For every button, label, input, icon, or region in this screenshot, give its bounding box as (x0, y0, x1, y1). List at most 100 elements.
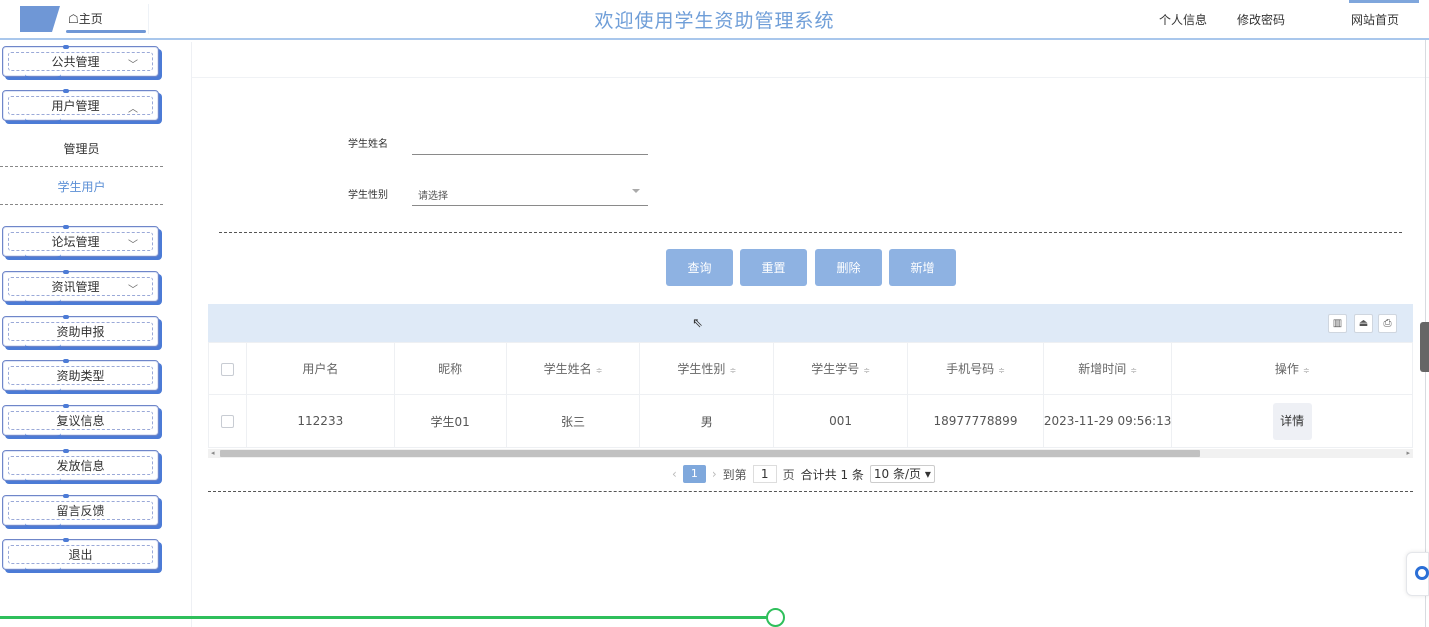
row-checkbox[interactable] (220, 415, 234, 428)
submenu-student-user[interactable]: 学生用户 (0, 169, 163, 205)
header-decoration (1349, 0, 1419, 3)
sort-icon[interactable]: ≑ (998, 366, 1005, 375)
horizontal-scrollbar[interactable]: ◂ ▸ (208, 449, 1413, 458)
menu-forum-management[interactable]: 论坛管理 ﹀ (2, 225, 159, 260)
select-all-checkbox[interactable] (220, 362, 234, 376)
profile-link[interactable]: 个人信息 (1159, 11, 1207, 28)
sidebar: 公共管理 ﹀ 用户管理 ︿ 管理员 学生用户 论坛管理 ﹀ 资讯管理 ﹀ 资助申… (0, 42, 192, 627)
cell-gender: 男 (639, 394, 775, 448)
page-title: 欢迎使用学生资助管理系统 (594, 10, 835, 32)
home-tab-decoration (20, 6, 60, 32)
goto-label: 到第 (722, 467, 747, 482)
cell-username: 112233 (245, 394, 395, 448)
table-header-row: 用户名 昵称 学生姓名 ≑ 学生性别 ≑ 学生学号 ≑ 手机号码 ≑ 新增时间 ≑ 操作 ≑ (208, 342, 1413, 395)
prev-page-icon[interactable]: ‹ (672, 467, 677, 481)
top-header: ☖主页 欢迎使用学生资助管理系统 个人信息 修改密码 网站首页 (0, 0, 1429, 40)
student-name-input[interactable] (412, 131, 648, 155)
change-password-link[interactable]: 修改密码 (1237, 11, 1285, 28)
home-tab-underline (66, 30, 146, 33)
vertical-scroll-handle[interactable] (1420, 322, 1429, 372)
search-button[interactable]: 查询 (666, 249, 733, 286)
cell-created-time: 2023-11-29 09:56:13 (1042, 394, 1173, 448)
scroll-left-icon[interactable]: ◂ (211, 449, 215, 457)
student-user-table: 用户名 昵称 学生姓名 ≑ 学生性别 ≑ 学生学号 ≑ 手机号码 ≑ 新增时间 ≑ 操作 ≑… (208, 342, 1413, 448)
cell-student-name: 张三 (505, 394, 641, 448)
detail-button[interactable]: 详情 (1272, 402, 1312, 440)
next-page-icon[interactable]: › (712, 467, 717, 481)
column-header[interactable]: 手机号码 ≑ (907, 342, 1044, 395)
columns-icon[interactable]: ▥ (1328, 314, 1347, 333)
site-home-link[interactable]: 网站首页 (1351, 11, 1399, 28)
menu-label: 退出 (68, 548, 93, 562)
pagination: ‹ 1 › 到第 1 页 合计共 1 条 10 条/页 ▾ (666, 464, 935, 484)
sort-icon[interactable]: ≑ (596, 366, 603, 375)
goto-page-input[interactable]: 1 (752, 465, 777, 483)
form-divider (219, 232, 1402, 233)
menu-aid-type[interactable]: 资助类型 (2, 359, 159, 394)
menu-feedback[interactable]: 留言反馈 (2, 494, 159, 529)
export-icon[interactable]: ⏏ (1354, 314, 1373, 333)
column-header: 用户名 (245, 342, 395, 395)
print-icon[interactable]: ⎙ (1378, 314, 1397, 333)
student-name-label: 学生姓名 (348, 139, 388, 150)
delete-button[interactable]: 删除 (815, 249, 882, 286)
total-count: 合计共 1 条 (800, 467, 864, 482)
cell-nickname: 学生01 (393, 394, 507, 448)
scrollbar-thumb[interactable] (220, 450, 1200, 457)
column-header[interactable]: 学生姓名 ≑ (505, 342, 641, 395)
menu-label: 复议信息 (56, 414, 105, 428)
menu-label: 留言反馈 (56, 504, 105, 518)
sort-icon[interactable]: ≑ (1130, 366, 1137, 375)
student-gender-label: 学生性别 (348, 190, 388, 201)
chevron-down-icon: ﹀ (128, 285, 138, 296)
floating-assistant-button[interactable] (1406, 552, 1429, 596)
gender-select-value: 请选择 (418, 191, 448, 202)
menu-label: 发放信息 (56, 459, 105, 473)
sort-icon[interactable]: ≑ (863, 366, 870, 375)
menu-logout[interactable]: 退出 (2, 538, 159, 573)
menu-review-info[interactable]: 复议信息 (2, 404, 159, 439)
column-header[interactable]: 学生性别 ≑ (639, 342, 775, 395)
table-row: 112233 学生01 张三 男 001 18977778899 2023-11… (208, 394, 1413, 448)
caret-down-icon (632, 189, 640, 193)
current-page-button[interactable]: 1 (682, 465, 706, 483)
cell-phone: 18977778899 (907, 394, 1044, 448)
scroll-right-icon[interactable]: ▸ (1406, 449, 1410, 457)
sort-icon[interactable]: ≑ (1303, 366, 1310, 375)
menu-disbursement-info[interactable]: 发放信息 (2, 449, 159, 484)
cell-actions: 详情 (1171, 394, 1413, 448)
mouse-cursor-icon: ⇖ (692, 316, 703, 331)
sort-icon[interactable]: ≑ (729, 366, 736, 375)
page-size-select[interactable]: 10 条/页 ▾ (869, 465, 935, 483)
select-all-cell (208, 342, 247, 395)
progress-knob[interactable] (766, 608, 785, 627)
menu-label: 资助申报 (56, 325, 105, 339)
menu-user-management[interactable]: 用户管理 ︿ (2, 89, 159, 124)
menu-public-management[interactable]: 公共管理 ﹀ (2, 45, 159, 80)
column-header[interactable]: 学生学号 ≑ (773, 342, 909, 395)
data-table-container: ⇖ ▥ ⏏ ⎙ 用户名 昵称 学生姓名 ≑ 学生性别 ≑ 学生学号 ≑ 手机号码 ≑ 新… (208, 304, 1413, 492)
home-label[interactable]: ☖主页 (68, 10, 103, 27)
submenu-admin[interactable]: 管理员 (0, 131, 163, 167)
main-panel: 学生姓名 学生性别 请选择 查询 重置 删除 新增 ⇖ ▥ ⏏ ⎙ 用户名 昵称… (192, 77, 1429, 627)
chevron-up-icon: ︿ (128, 104, 138, 115)
student-gender-select[interactable]: 请选择 (412, 180, 648, 206)
home-tab[interactable]: ☖主页 (12, 4, 149, 34)
menu-label: 资助类型 (56, 369, 105, 383)
assistant-icon (1415, 566, 1429, 580)
menu-label: 资讯管理 (51, 280, 100, 294)
chevron-down-icon: ﹀ (128, 60, 138, 71)
reset-button[interactable]: 重置 (740, 249, 807, 286)
menu-label: 用户管理 (51, 99, 100, 113)
table-toolbar: ⇖ ▥ ⏏ ⎙ (208, 304, 1413, 342)
bottom-progress-track (0, 616, 776, 619)
menu-aid-application[interactable]: 资助申报 (2, 315, 159, 350)
column-header[interactable]: 操作 ≑ (1171, 342, 1413, 395)
cell-student-id: 001 (773, 394, 909, 448)
column-header: 昵称 (393, 342, 507, 395)
menu-label: 公共管理 (51, 55, 100, 69)
menu-label: 论坛管理 (51, 235, 100, 249)
menu-news-management[interactable]: 资讯管理 ﹀ (2, 270, 159, 305)
add-button[interactable]: 新增 (889, 249, 956, 286)
column-header[interactable]: 新增时间 ≑ (1042, 342, 1173, 395)
